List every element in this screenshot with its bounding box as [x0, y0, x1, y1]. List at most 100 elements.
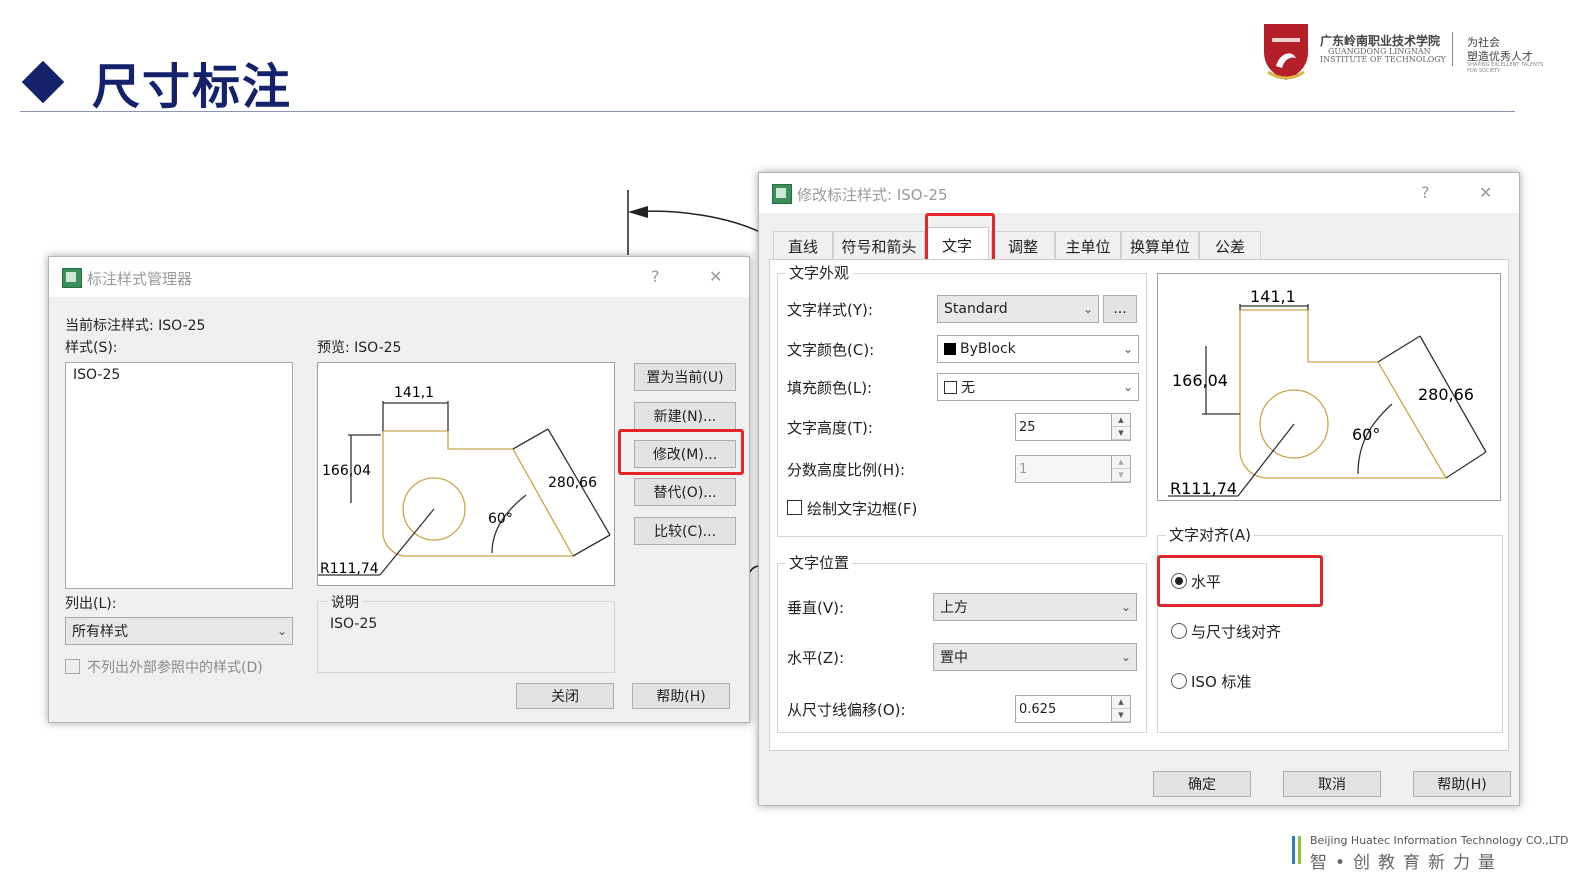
help-icon[interactable]: ? — [1421, 183, 1430, 202]
manager-preview-drawing: 141,1 166,04 280,66 60° R111,74 — [318, 385, 611, 577]
preview-dim-radius: R111,74 — [1170, 479, 1237, 498]
description-group: 说明 ISO-25 — [317, 592, 615, 673]
diamond-bullet-icon — [21, 60, 65, 104]
footer-accent-blue — [1292, 836, 1295, 864]
text-style-combo[interactable]: Standard ⌄ — [937, 295, 1099, 323]
text-style-value: Standard — [944, 301, 1008, 317]
fill-color-value: 无 — [961, 380, 975, 396]
align-iso-label: ISO 标准 — [1191, 673, 1252, 691]
fill-color-label: 填充颜色(L): — [787, 379, 873, 397]
logo-divider — [1452, 32, 1453, 66]
vertical-label: 垂直(V): — [787, 599, 845, 617]
help-icon[interactable]: ? — [651, 267, 660, 286]
motto-en: SHAPING EXCELLENT TALENTS FOR SOCIETY — [1467, 62, 1544, 74]
horizontal-label: 水平(Z): — [787, 649, 845, 667]
text-height-label: 文字高度(T): — [787, 419, 873, 437]
tab-tolerances[interactable]: 公差 — [1199, 231, 1261, 260]
help-button[interactable]: 帮助(H) — [632, 683, 730, 709]
school-name-en-line2: INSTITUTE OF TECHNOLOGY — [1320, 55, 1446, 64]
current-style-label: 当前标注样式: ISO-25 — [65, 318, 206, 334]
tab-fit[interactable]: 调整 — [991, 231, 1055, 260]
text-color-combo[interactable]: ByBlock ⌄ — [937, 335, 1139, 363]
preview-dim-left: 166,04 — [1172, 371, 1228, 390]
vertical-combo[interactable]: 上方 ⌄ — [933, 593, 1137, 621]
align-iso-radio[interactable] — [1171, 673, 1187, 689]
compare-button[interactable]: 比较(C)... — [634, 517, 736, 545]
school-logo: 广东岭南职业技术学院 GUANGDONG LINGNAN INSTITUTE O… — [1262, 22, 1552, 86]
school-shield-icon — [1264, 24, 1308, 80]
tab-primary-units[interactable]: 主单位 — [1055, 231, 1121, 260]
styles-label: 样式(S): — [65, 340, 118, 356]
preview-dim-angle: 60° — [1352, 425, 1380, 444]
text-alignment-label: 文字对齐(A) — [1166, 524, 1254, 545]
vertical-value: 上方 — [940, 600, 968, 616]
draw-frame-checkbox[interactable] — [787, 500, 802, 515]
tab-alternate-units[interactable]: 换算单位 — [1121, 231, 1199, 260]
styles-listbox[interactable]: ISO-25 — [65, 362, 293, 589]
align-dimline-radio[interactable] — [1171, 623, 1187, 639]
ok-button[interactable]: 确定 — [1153, 771, 1251, 797]
cancel-button[interactable]: 取消 — [1283, 771, 1381, 797]
preview-dim-radius: R111,74 — [320, 561, 379, 577]
chevron-down-icon: ⌄ — [1120, 600, 1132, 614]
modify-titlebar[interactable]: 修改标注样式: ISO-25 ? ✕ — [759, 173, 1519, 213]
text-style-more-button[interactable]: ... — [1103, 295, 1137, 323]
close-button[interactable]: 关闭 — [516, 683, 614, 709]
fraction-scale-input: 1 — [1015, 455, 1114, 483]
horizontal-combo[interactable]: 置中 ⌄ — [933, 643, 1137, 671]
text-height-spinner[interactable]: ▲ ▼ — [1111, 413, 1131, 441]
draw-frame-label: 绘制文字边框(F) — [807, 500, 918, 518]
manager-title: 标注样式管理器 — [87, 270, 193, 288]
chevron-down-icon: ⌄ — [1120, 650, 1132, 664]
description-value: ISO-25 — [330, 616, 378, 632]
horizontal-option-highlight — [1157, 555, 1323, 607]
text-appearance-label: 文字外观 — [786, 262, 853, 283]
modify-button-highlight — [618, 429, 744, 475]
offset-spinner[interactable]: ▲ ▼ — [1111, 695, 1131, 723]
color-swatch-icon — [944, 343, 956, 355]
text-height-input[interactable]: 25 — [1015, 413, 1114, 441]
chevron-down-icon: ⌄ — [1082, 302, 1094, 316]
slide-header: 尺寸标注 — [20, 52, 292, 115]
preview-label: 预览: ISO-25 — [317, 340, 402, 356]
set-current-button[interactable]: 置为当前(U) — [634, 363, 736, 391]
tab-lines[interactable]: 直线 — [773, 231, 833, 260]
text-placement-label: 文字位置 — [786, 552, 853, 573]
app-icon — [62, 268, 82, 288]
modify-preview-drawing: 141,1 166,04 280,66 60° R111,74 — [1168, 287, 1487, 498]
preview-dim-angle: 60° — [488, 511, 513, 527]
manager-preview: 141,1 166,04 280,66 60° R111,74 — [317, 362, 615, 586]
exclude-xref-label: 不列出外部参照中的样式(D) — [87, 660, 263, 676]
text-color-value: ByBlock — [960, 341, 1016, 357]
close-icon[interactable]: ✕ — [709, 267, 722, 286]
tab-symbols-arrows[interactable]: 符号和箭头 — [833, 231, 925, 260]
close-icon[interactable]: ✕ — [1479, 183, 1492, 202]
offset-input[interactable]: 0.625 — [1015, 695, 1114, 723]
preview-dim-slant: 280,66 — [548, 475, 597, 491]
help-button[interactable]: 帮助(H) — [1413, 771, 1511, 797]
list-combo[interactable]: 所有样式 ⌄ — [65, 617, 293, 645]
footer-accent-green — [1298, 836, 1301, 864]
preview-dim-slant: 280,66 — [1418, 385, 1474, 404]
new-button[interactable]: 新建(N)... — [634, 402, 736, 430]
offset-label: 从尺寸线偏移(O): — [787, 701, 906, 719]
manager-titlebar[interactable]: 标注样式管理器 ? ✕ — [49, 257, 749, 297]
exclude-xref-checkbox[interactable] — [65, 659, 80, 674]
override-button[interactable]: 替代(O)... — [634, 478, 736, 506]
list-combo-value: 所有样式 — [72, 624, 128, 640]
style-item[interactable]: ISO-25 — [73, 367, 120, 383]
modify-preview: 141,1 166,04 280,66 60° R111,74 — [1157, 273, 1501, 501]
empty-swatch-icon — [944, 380, 957, 394]
title-divider — [20, 111, 1515, 112]
preview-dim-top: 141,1 — [394, 385, 434, 401]
chevron-down-icon: ⌄ — [1122, 380, 1134, 394]
slide-title: 尺寸标注 — [92, 59, 293, 115]
text-style-label: 文字样式(Y): — [787, 301, 873, 319]
text-color-label: 文字颜色(C): — [787, 341, 875, 359]
preview-dim-left: 166,04 — [322, 463, 371, 479]
chevron-down-icon: ⌄ — [1122, 342, 1134, 356]
footer-slogan: 智•创教育新力量 — [1310, 853, 1504, 873]
preview-dim-top: 141,1 — [1250, 287, 1296, 306]
fill-color-combo[interactable]: 无 ⌄ — [937, 373, 1139, 401]
app-icon — [772, 184, 792, 204]
